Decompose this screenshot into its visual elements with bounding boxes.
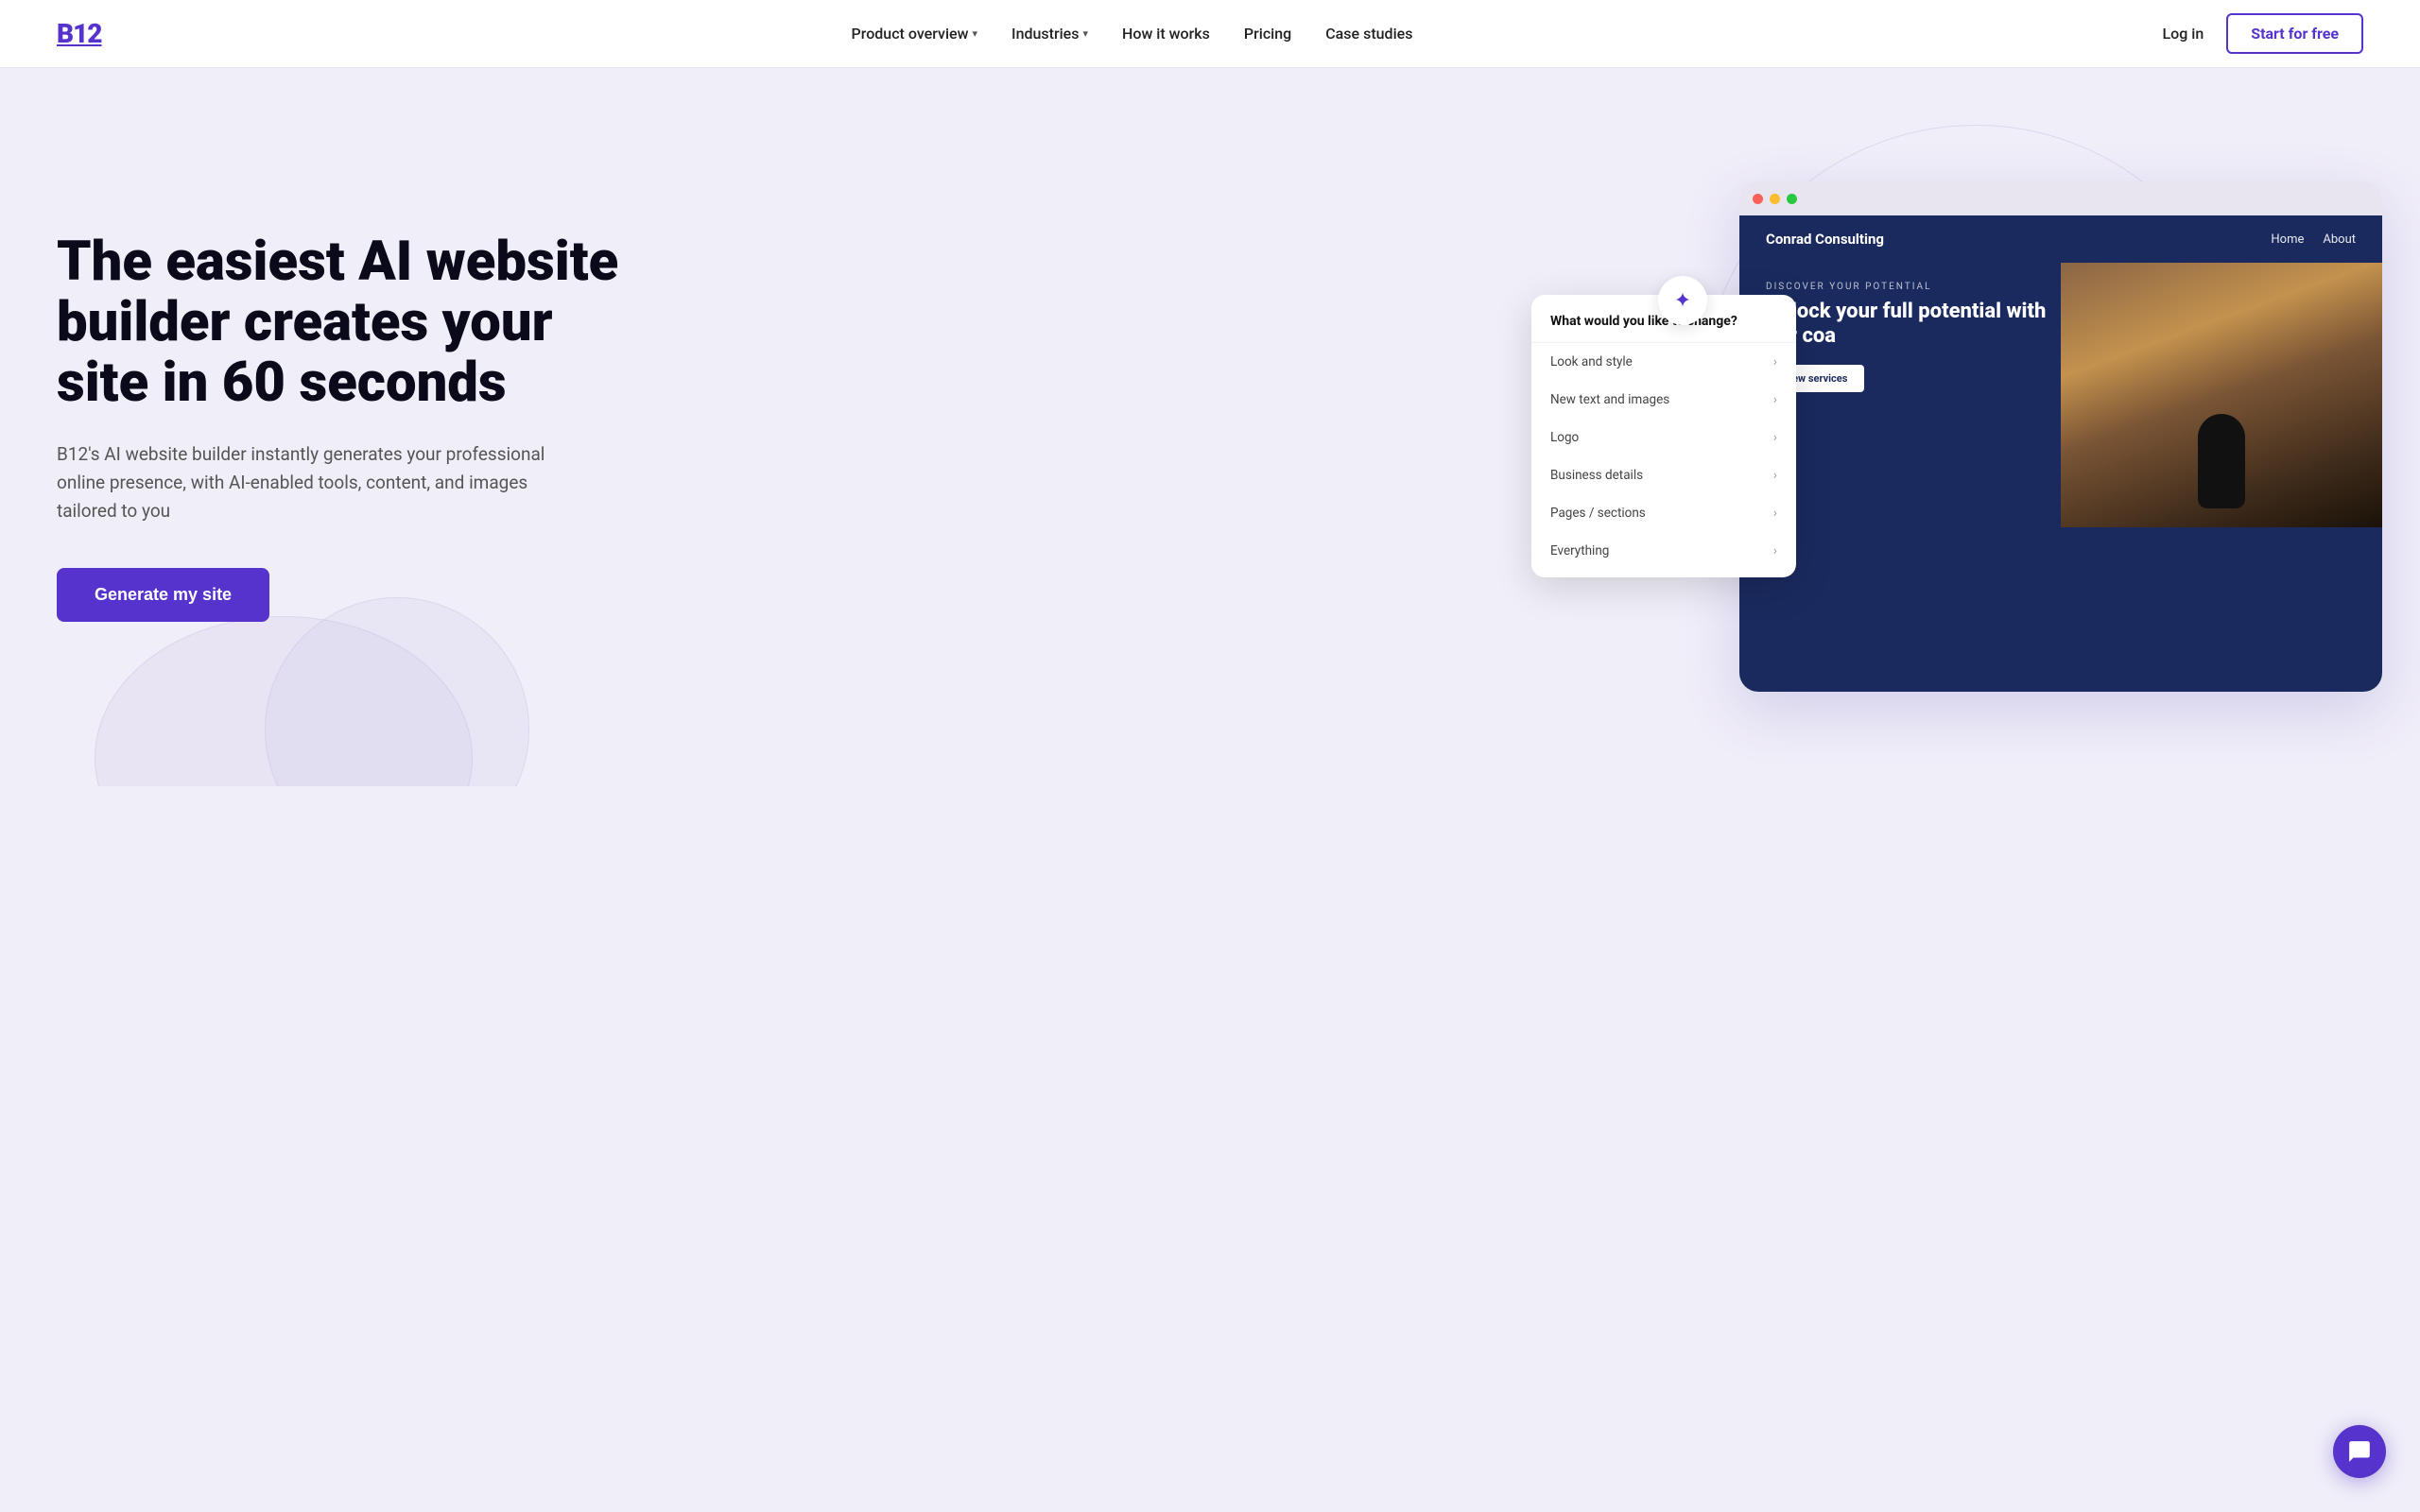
hero-section: The easiest AI website builder creates y… (0, 68, 2420, 786)
nav-label-product: Product overview (852, 25, 969, 43)
sparkle-button[interactable]: ✦ (1658, 276, 1707, 325)
ai-option-business-details[interactable]: Business details › (1531, 456, 1796, 494)
browser-minimize-dot (1770, 194, 1780, 204)
landscape-image (2061, 263, 2382, 527)
ai-option-label-2: Logo (1550, 430, 1579, 445)
ai-option-label-5: Everything (1550, 543, 1609, 558)
ai-option-pages-sections[interactable]: Pages / sections › (1531, 494, 1796, 532)
nav-item-pricing[interactable]: Pricing (1244, 25, 1291, 43)
browser-chrome (1739, 181, 2382, 215)
website-hero-image (2061, 263, 2382, 527)
chevron-down-icon: ▾ (973, 27, 978, 40)
chevron-right-icon: › (1773, 543, 1777, 558)
nav-label-industries: Industries (1011, 25, 1079, 43)
hero-headline: The easiest AI website builder creates y… (57, 232, 643, 413)
website-nav-home: Home (2271, 232, 2304, 247)
browser-close-dot (1753, 194, 1763, 204)
website-nav: Conrad Consulting Home About (1739, 215, 2382, 263)
ai-option-text-images[interactable]: New text and images › (1531, 381, 1796, 419)
hero-content: The easiest AI website builder creates y… (57, 232, 643, 622)
ai-option-label-3: Business details (1550, 468, 1643, 483)
chevron-right-icon: › (1773, 392, 1777, 407)
hero-subtext: B12's AI website builder instantly gener… (57, 440, 548, 526)
chevron-right-icon: › (1773, 430, 1777, 445)
ai-option-label-4: Pages / sections (1550, 506, 1646, 521)
website-site-headline: Unlock your full potential with our coa (1766, 300, 2068, 350)
chevron-right-icon: › (1773, 354, 1777, 369)
nav-actions: Log in Start for free (2162, 13, 2363, 54)
sparkle-icon: ✦ (1674, 289, 1691, 313)
website-nav-links: Home About (2271, 232, 2356, 247)
hero-mockup: ✦ What would you like to change? Look an… (1683, 106, 2420, 748)
ai-option-label-1: New text and images (1550, 392, 1669, 407)
ai-option-label-0: Look and style (1550, 354, 1633, 369)
website-nav-about: About (2323, 232, 2356, 247)
chevron-right-icon: › (1773, 468, 1777, 483)
ai-popup-question: What would you like to change? (1531, 314, 1796, 343)
website-brand: Conrad Consulting (1766, 231, 1884, 248)
browser-maximize-dot (1787, 194, 1797, 204)
nav-label-pricing: Pricing (1244, 25, 1291, 43)
chat-bubble-button[interactable] (2333, 1425, 2386, 1478)
chevron-down-icon: ▾ (1082, 27, 1088, 40)
nav-item-product[interactable]: Product overview ▾ (852, 25, 977, 43)
login-link[interactable]: Log in (2162, 25, 2204, 43)
start-for-free-button[interactable]: Start for free (2226, 13, 2363, 54)
nav-links: Product overview ▾ Industries ▾ How it w… (852, 25, 1413, 43)
ai-option-logo[interactable]: Logo › (1531, 419, 1796, 456)
chevron-right-icon: › (1773, 506, 1777, 521)
person-silhouette (2198, 414, 2245, 508)
ai-change-popup: What would you like to change? Look and … (1531, 295, 1796, 577)
chat-icon (2347, 1439, 2372, 1464)
ai-option-look-style[interactable]: Look and style › (1531, 343, 1796, 381)
navbar: B12 Product overview ▾ Industries ▾ How … (0, 0, 2420, 68)
nav-item-how-it-works[interactable]: How it works (1122, 25, 1210, 43)
nav-label-case-studies: Case studies (1325, 25, 1412, 43)
nav-item-industries[interactable]: Industries ▾ (1011, 25, 1088, 43)
brand-logo[interactable]: B12 (57, 18, 102, 49)
generate-site-button[interactable]: Generate my site (57, 568, 269, 622)
website-content: Conrad Consulting Home About DISCOVER YO… (1739, 215, 2382, 692)
nav-label-how-it-works: How it works (1122, 25, 1210, 43)
website-mockup-card: Conrad Consulting Home About DISCOVER YO… (1739, 181, 2382, 692)
website-hero-area: DISCOVER YOUR POTENTIAL Unlock your full… (1739, 263, 2382, 424)
ai-option-everything[interactable]: Everything › (1531, 532, 1796, 570)
nav-item-case-studies[interactable]: Case studies (1325, 25, 1412, 43)
